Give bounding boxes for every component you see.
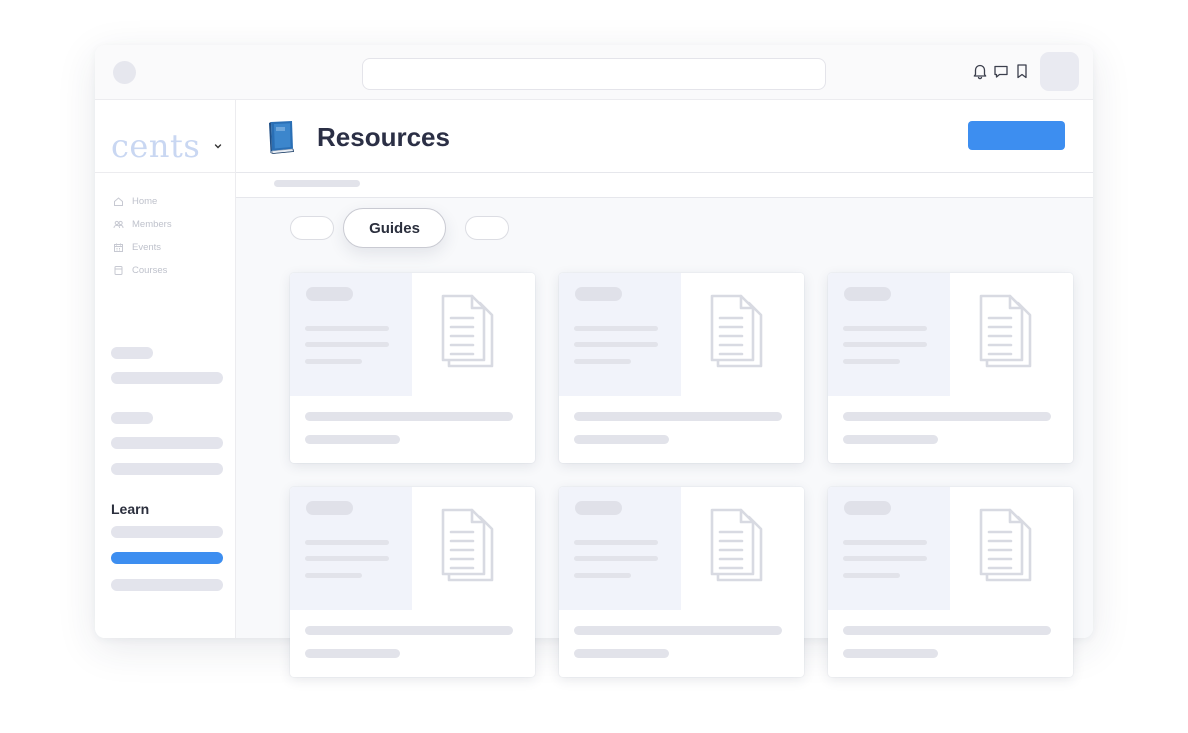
- sidebar-item-placeholder[interactable]: [111, 437, 223, 449]
- sidebar-divider: [95, 172, 236, 173]
- top-bar: [95, 45, 1093, 100]
- community-switcher[interactable]: cents: [111, 127, 223, 165]
- bookmark-icon[interactable]: [1013, 62, 1031, 80]
- sidebar-item-label: Members: [132, 219, 172, 230]
- card-tag-placeholder: [306, 501, 353, 515]
- document-icon: [440, 506, 498, 584]
- card-text-placeholder: [574, 556, 658, 561]
- breadcrumb-placeholder[interactable]: [274, 180, 360, 187]
- sidebar-item-resources-active[interactable]: [111, 552, 223, 564]
- card-text-placeholder: [574, 326, 658, 331]
- resource-card[interactable]: [290, 487, 535, 677]
- sidebar-item-placeholder[interactable]: [111, 579, 223, 591]
- sidebar-item-placeholder[interactable]: [111, 372, 223, 384]
- card-tag-placeholder: [844, 501, 891, 515]
- card-meta-placeholder: [843, 649, 938, 658]
- card-text-placeholder: [843, 556, 927, 561]
- resource-card[interactable]: [559, 487, 804, 677]
- sidebar-item-label: Home: [132, 196, 158, 207]
- card-text-placeholder: [574, 342, 658, 347]
- members-icon: [113, 219, 124, 230]
- sidebar-section-placeholder: [111, 412, 153, 424]
- card-text-placeholder: [305, 556, 389, 561]
- resource-card[interactable]: [559, 273, 804, 463]
- card-meta-placeholder: [305, 649, 400, 658]
- card-title-placeholder: [305, 412, 513, 421]
- tab-placeholder[interactable]: [290, 216, 334, 240]
- document-icon: [978, 506, 1036, 584]
- sidebar-item-courses[interactable]: Courses: [113, 259, 228, 282]
- resource-card[interactable]: [828, 273, 1073, 463]
- logo: cents: [111, 127, 201, 165]
- card-text-placeholder: [574, 540, 658, 545]
- sidebar-item-label: Courses: [132, 265, 168, 276]
- sidebar-item-placeholder[interactable]: [111, 463, 223, 475]
- avatar[interactable]: [1040, 52, 1079, 91]
- sidebar-item-placeholder[interactable]: [111, 526, 223, 538]
- primary-action-button[interactable]: [968, 121, 1065, 150]
- card-meta-placeholder: [574, 649, 669, 658]
- sidebar-item-members[interactable]: Members: [113, 213, 228, 236]
- blue-book-icon: [266, 118, 299, 154]
- document-icon: [709, 292, 767, 370]
- resource-card[interactable]: [828, 487, 1073, 677]
- document-icon: [978, 292, 1036, 370]
- sidebar: cents Home Members Events Courses Learn: [95, 100, 236, 638]
- card-text-placeholder: [305, 573, 362, 578]
- sidebar-nav: Home Members Events Courses: [113, 190, 228, 282]
- card-title-placeholder: [574, 412, 782, 421]
- card-text-placeholder: [843, 359, 900, 364]
- card-tag-placeholder: [575, 501, 622, 515]
- card-text-placeholder: [843, 326, 927, 331]
- card-tag-placeholder: [306, 287, 353, 301]
- page-header: Resources: [236, 100, 1093, 173]
- document-icon: [440, 292, 498, 370]
- card-meta-placeholder: [574, 435, 669, 444]
- bell-icon[interactable]: [971, 62, 989, 80]
- resource-card[interactable]: [290, 273, 535, 463]
- top-bar-dot[interactable]: [113, 61, 136, 84]
- card-tag-placeholder: [844, 287, 891, 301]
- card-text-placeholder: [574, 359, 631, 364]
- card-title-placeholder: [305, 626, 513, 635]
- card-text-placeholder: [843, 540, 927, 545]
- page-title: Resources: [317, 122, 450, 152]
- card-meta-placeholder: [843, 435, 938, 444]
- sidebar-item-label: Events: [132, 242, 162, 253]
- courses-icon: [113, 265, 124, 276]
- card-meta-placeholder: [305, 435, 400, 444]
- card-text-placeholder: [305, 342, 389, 347]
- tab-label: Guides: [369, 219, 420, 237]
- tab-placeholder[interactable]: [465, 216, 509, 240]
- sidebar-item-home[interactable]: Home: [113, 190, 228, 213]
- card-title-placeholder: [574, 626, 782, 635]
- card-text-placeholder: [574, 573, 631, 578]
- tab-guides[interactable]: Guides: [343, 208, 446, 248]
- calendar-icon: [113, 242, 124, 253]
- card-tag-placeholder: [575, 287, 622, 301]
- home-icon: [113, 196, 124, 207]
- card-text-placeholder: [305, 540, 389, 545]
- card-title-placeholder: [843, 412, 1051, 421]
- sidebar-item-events[interactable]: Events: [113, 236, 228, 259]
- document-icon: [709, 506, 767, 584]
- card-text-placeholder: [843, 342, 927, 347]
- chevron-down-icon: [213, 141, 223, 151]
- card-title-placeholder: [843, 626, 1051, 635]
- card-text-placeholder: [843, 573, 900, 578]
- sidebar-section-learn: Learn: [111, 501, 150, 517]
- card-text-placeholder: [305, 359, 362, 364]
- card-text-placeholder: [305, 326, 389, 331]
- breadcrumb: [236, 173, 1093, 198]
- sidebar-section-placeholder: [111, 347, 153, 359]
- chat-icon[interactable]: [992, 62, 1010, 80]
- search-input[interactable]: [362, 58, 826, 90]
